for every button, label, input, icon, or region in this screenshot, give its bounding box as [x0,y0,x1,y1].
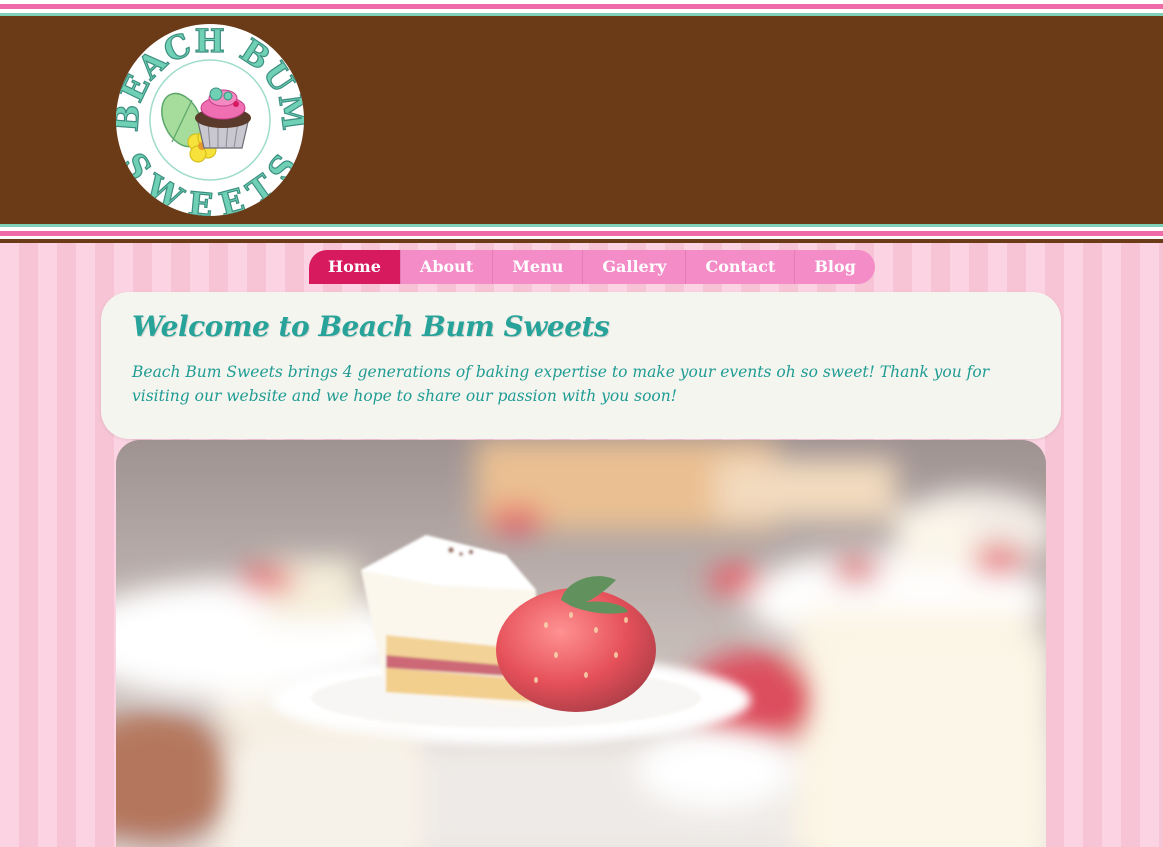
header-stripe [0,13,1163,16]
hero-image [116,440,1046,847]
site-header: BEACH BUM SWEETS [0,0,1163,243]
nav-item-about[interactable]: About [400,250,494,284]
main-nav: Home About Menu Gallery Contact Blog [309,250,875,284]
nav-item-menu[interactable]: Menu [493,250,584,284]
nav-item-blog[interactable]: Blog [795,250,875,284]
nav-item-contact[interactable]: Contact [686,250,796,284]
nav-item-home[interactable]: Home [309,250,401,284]
welcome-text: Beach Bum Sweets brings 4 generations of… [132,363,990,405]
welcome-panel: Welcome to Beach Bum Sweets Beach Bum Sw… [101,292,1061,439]
header-stripe [0,236,1163,239]
site-logo[interactable]: BEACH BUM SWEETS [116,24,304,216]
welcome-title: Welcome to Beach Bum Sweets [132,310,610,343]
nav-item-gallery[interactable]: Gallery [583,250,687,284]
